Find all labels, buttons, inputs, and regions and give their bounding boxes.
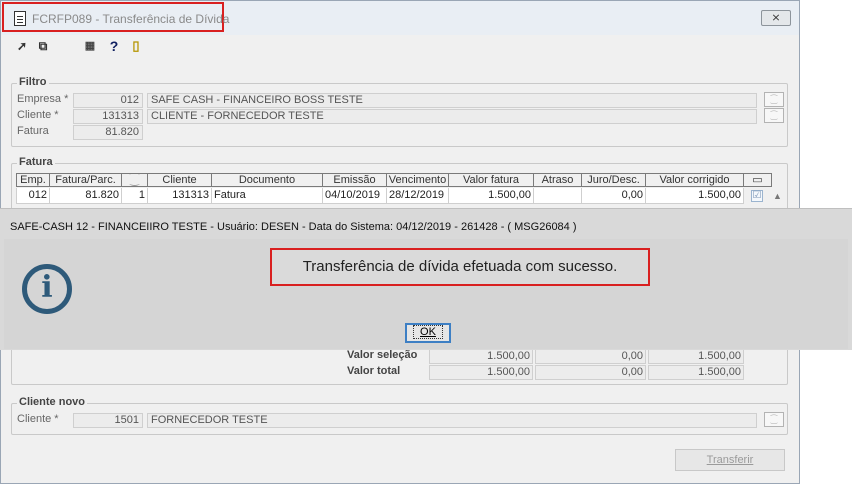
cell-vencimento[interactable]: 28/12/2019 [387, 188, 449, 204]
cell-fatura[interactable]: 81.820 [50, 188, 122, 204]
cliente-novo-code-field[interactable]: 1501 [73, 413, 143, 428]
copy-icon[interactable]: ⧉ [36, 39, 50, 53]
selecao-valor-corrigido: 1.500,00 [648, 349, 744, 364]
transferir-button[interactable]: Transferir [675, 449, 785, 471]
empresa-name-field: SAFE CASH - FINANCEIRO BOSS TESTE [147, 93, 757, 108]
cell-emissao[interactable]: 04/10/2019 [323, 188, 387, 204]
cell-valor-corrigido[interactable]: 1.500,00 [646, 188, 744, 204]
col-header-select[interactable]: ▭ [744, 173, 772, 187]
selecao-valor-fatura: 1.500,00 [429, 349, 533, 364]
cliente-novo-name-field: FORNECEDOR TESTE [147, 413, 757, 428]
cell-cliente[interactable]: 131313 [148, 188, 212, 204]
selecao-juro: 0,00 [535, 349, 646, 364]
cell-parc[interactable]: 1 [122, 188, 148, 204]
col-header-documento[interactable]: Documento [212, 173, 323, 187]
cliente-name-field: CLIENTE - FORNECEDOR TESTE [147, 109, 757, 124]
info-icon: i [22, 264, 72, 314]
cliente-label: Cliente * [17, 109, 59, 121]
title-highlight: FCRFP089 - Transferência de Dívida [2, 2, 229, 32]
ok-button-label: OK [413, 325, 443, 339]
close-button[interactable]: ⨯ [761, 10, 791, 26]
col-header-valor-fatura[interactable]: Valor fatura [449, 173, 534, 187]
fatura-legend: Fatura [17, 156, 55, 168]
calendar-icon[interactable]: ▦ [83, 39, 97, 53]
cliente-novo-lookup-button[interactable]: ⁐ [764, 412, 784, 427]
dialog-title: SAFE-CASH 12 - FINANCEIIRO TESTE - Usuár… [10, 221, 577, 233]
cliente-novo-legend: Cliente novo [17, 396, 88, 408]
cell-emp[interactable]: 012 [16, 188, 50, 204]
scroll-up-icon[interactable]: ▲ [773, 191, 782, 201]
arrow-icon[interactable]: ➚ [15, 39, 29, 53]
empresa-lookup-button[interactable]: ⁐ [764, 92, 784, 107]
col-header-emp[interactable]: Emp. [16, 173, 50, 187]
window-title: FCRFP089 - Transferência de Dívida [32, 12, 230, 26]
document-icon [14, 11, 26, 26]
title-bar: FCRFP089 - Transferência de Dívida ⨯ [1, 1, 799, 35]
col-header-juro[interactable]: Juro/Desc. [582, 173, 646, 187]
empresa-label: Empresa * [17, 93, 69, 105]
col-header-emissao[interactable]: Emissão [323, 173, 387, 187]
cell-atraso[interactable] [534, 188, 582, 204]
valor-selecao-label: Valor seleção [347, 349, 418, 361]
help-icon[interactable]: ? [107, 39, 121, 53]
col-header-fatura[interactable]: Fatura/Parc. [50, 173, 122, 187]
exit-icon[interactable]: ▯ [129, 39, 143, 53]
col-header-vencimento[interactable]: Vencimento [387, 173, 449, 187]
cliente-code-field[interactable]: 131313 [73, 109, 143, 124]
col-header-atraso[interactable]: Atraso [534, 173, 582, 187]
dialog-message: Transferência de dívida efetuada com suc… [270, 248, 650, 286]
fatura-field[interactable]: 81.820 [73, 125, 143, 140]
valor-total-label: Valor total [347, 365, 401, 377]
ok-button[interactable]: OK [405, 323, 451, 343]
fatura-label: Fatura [17, 125, 49, 137]
background-area [800, 0, 852, 208]
cliente-lookup-button[interactable]: ⁐ [764, 108, 784, 123]
row-select-checkbox[interactable]: ☑ [751, 190, 763, 202]
filtro-legend: Filtro [17, 76, 49, 88]
total-juro: 0,00 [535, 365, 646, 380]
total-valor-fatura: 1.500,00 [429, 365, 533, 380]
cliente-novo-label: Cliente * [17, 413, 59, 425]
col-header-valor-corrigido[interactable]: Valor corrigido [646, 173, 744, 187]
col-header-parc[interactable]: ⁐ [122, 173, 148, 187]
empresa-code-field[interactable]: 012 [73, 93, 143, 108]
total-valor-corrigido: 1.500,00 [648, 365, 744, 380]
cell-valor-fatura[interactable]: 1.500,00 [449, 188, 534, 204]
cell-documento[interactable]: Fatura [212, 188, 323, 204]
cell-juro[interactable]: 0,00 [582, 188, 646, 204]
col-header-cliente[interactable]: Cliente [148, 173, 212, 187]
